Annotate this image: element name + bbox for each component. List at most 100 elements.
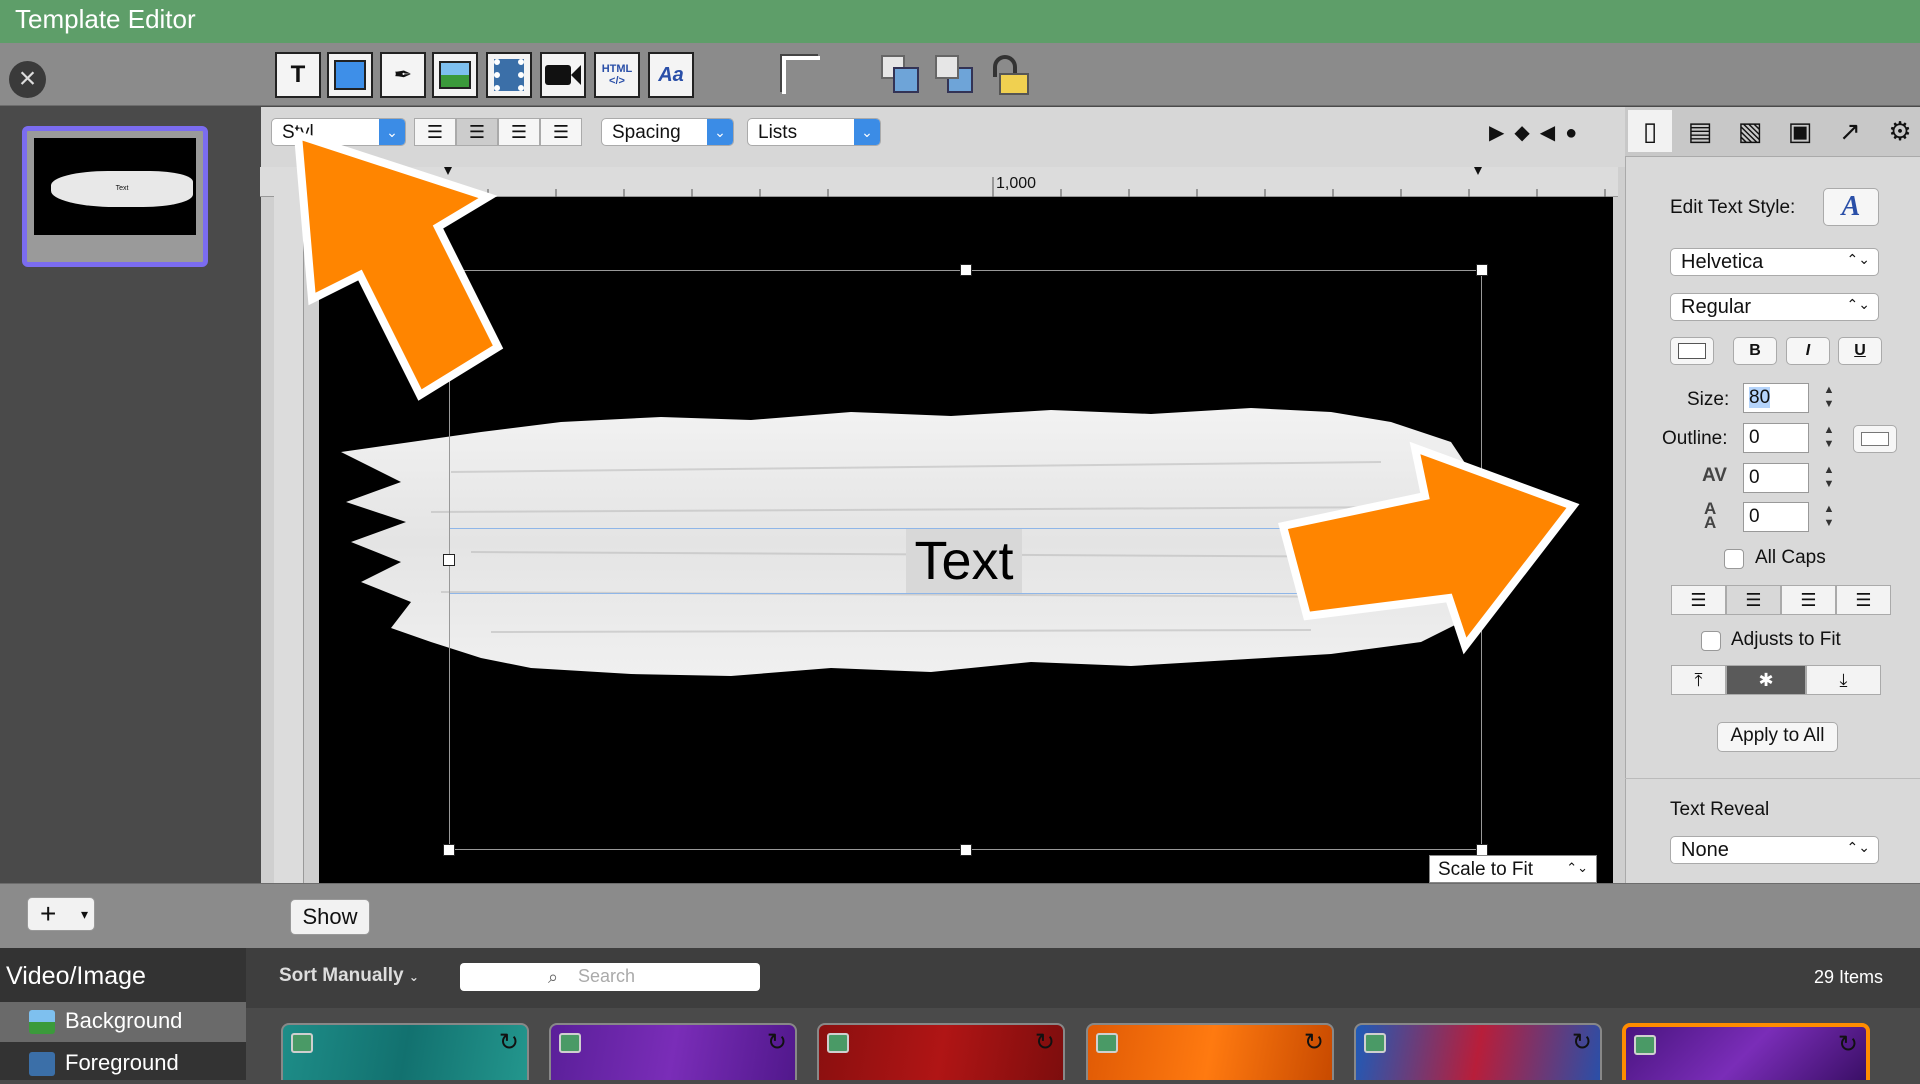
add-slide-button[interactable]: + ▾ [27, 897, 95, 931]
adjusts-to-fit-label: Adjusts to Fit [1731, 629, 1841, 650]
library-category-label: Background [65, 1008, 183, 1033]
vertical-align-middle-button[interactable]: ✱ [1726, 665, 1806, 695]
ruler-icon[interactable] [778, 52, 824, 98]
leading-icon: AA [1704, 499, 1717, 532]
updown-chevron-icon: ⌃⌄ [1846, 839, 1870, 855]
resize-handle[interactable] [443, 844, 455, 856]
transition-tab-icon[interactable]: ▧ [1728, 110, 1772, 152]
html-tool-icon[interactable]: HTML </> [594, 52, 640, 98]
image-icon [827, 1033, 849, 1053]
gear-icon[interactable]: ⚙ [1878, 110, 1920, 152]
resize-handle[interactable] [443, 554, 455, 566]
document-tab-icon[interactable]: ▯ [1628, 110, 1672, 152]
annotation-arrow-right [1278, 441, 1580, 655]
font-weight-select[interactable]: Regular ⌃⌄ [1670, 293, 1879, 321]
spacing-dropdown[interactable]: Spacing ⌄ [601, 118, 734, 146]
size-field[interactable]: 80 [1743, 383, 1809, 413]
library-thumbnail[interactable]: ↻ [549, 1023, 797, 1080]
window-title: Template Editor [15, 4, 196, 34]
text-style-tool-icon[interactable]: Aa [648, 52, 694, 98]
chevron-down-icon: ⌄ [408, 970, 419, 984]
all-caps-checkbox[interactable] [1724, 549, 1744, 569]
lists-dropdown-label: Lists [758, 122, 798, 143]
inspector-divider [1625, 778, 1920, 779]
library-thumbnail[interactable]: ↻ [281, 1023, 529, 1080]
camera-tool-icon[interactable] [540, 52, 586, 98]
clapper-icon [29, 1052, 55, 1076]
scale-mode-select[interactable]: Scale to Fit ⌃⌄ [1429, 855, 1597, 883]
transport-controls[interactable]: ▶◆◀● [1489, 120, 1587, 145]
font-family-select[interactable]: Helvetica ⌃⌄ [1670, 248, 1879, 276]
kerning-stepper[interactable]: ▲ ▼ [1821, 463, 1837, 493]
revert-icon: ↻ [1303, 1029, 1324, 1056]
library-thumbnail[interactable]: ↻ [1086, 1023, 1334, 1080]
all-caps-label: All Caps [1755, 547, 1826, 568]
slide-thumbnail-text: Text [51, 171, 193, 207]
paragraph-align-center-button[interactable]: ☰ [1726, 585, 1781, 615]
slide-thumbnail[interactable]: Text [22, 126, 208, 267]
lists-dropdown[interactable]: Lists ⌄ [747, 118, 881, 146]
library-search-input[interactable]: ⌕ Search [460, 963, 760, 991]
video-tool-icon[interactable] [486, 52, 532, 98]
size-stepper[interactable]: ▲ ▼ [1821, 383, 1837, 413]
text-style-button[interactable]: A [1823, 188, 1879, 226]
animation-tab-icon[interactable]: ↗ [1828, 110, 1872, 152]
paragraph-justify-button[interactable]: ☰ [1836, 585, 1891, 615]
leading-field[interactable]: 0 [1743, 502, 1809, 532]
vertical-align-top-button[interactable]: ⤒ [1671, 665, 1726, 695]
text-color-swatch[interactable] [1670, 337, 1714, 365]
kerning-field[interactable]: 0 [1743, 463, 1809, 493]
bold-button[interactable]: B [1733, 337, 1777, 365]
sort-menu-label: Sort Manually [279, 965, 404, 986]
font-family-value: Helvetica [1681, 251, 1764, 273]
library-category-background[interactable]: Background [0, 1002, 246, 1042]
paragraph-align-right-button[interactable]: ☰ [1781, 585, 1836, 615]
library-thumbnail[interactable]: ↻ [817, 1023, 1065, 1080]
shape-tool-icon[interactable] [327, 52, 373, 98]
lock-icon[interactable] [988, 52, 1034, 98]
adjusts-to-fit-checkbox[interactable] [1701, 631, 1721, 651]
search-icon: ⌕ [548, 967, 559, 987]
library-title: Video/Image [6, 962, 146, 990]
bottom-control-bar [0, 883, 1920, 948]
resize-handle[interactable] [960, 264, 972, 276]
library-thumbnail-selected[interactable]: ↻ [1622, 1023, 1870, 1080]
close-icon[interactable]: × [9, 61, 46, 98]
chevron-down-icon: ⌄ [854, 119, 880, 145]
outline-color-swatch[interactable] [1853, 425, 1897, 453]
image-tool-icon[interactable] [432, 52, 478, 98]
chevron-down-icon: ▾ [80, 906, 88, 922]
pen-tool-icon[interactable]: ✒ [380, 52, 426, 98]
align-right-button[interactable]: ☰ [540, 118, 582, 146]
text-reveal-select[interactable]: None ⌃⌄ [1670, 836, 1879, 864]
vertical-align-bottom-button[interactable]: ⤓ [1806, 665, 1881, 695]
italic-button[interactable]: I [1786, 337, 1830, 365]
library-search-placeholder: Search [578, 966, 636, 986]
library-thumbnail[interactable]: ↻ [1354, 1023, 1602, 1080]
image-icon [291, 1033, 313, 1053]
resize-handle[interactable] [1476, 264, 1488, 276]
sort-menu[interactable]: Sort Manually ⌄ [279, 965, 419, 987]
updown-chevron-icon: ⌃⌄ [1846, 296, 1870, 312]
revert-icon: ↻ [766, 1029, 787, 1056]
paragraph-align-left-button[interactable]: ☰ [1671, 585, 1726, 615]
send-backward-icon[interactable] [932, 52, 978, 98]
bring-forward-icon[interactable] [878, 52, 924, 98]
text-tool-icon[interactable]: T [275, 52, 321, 98]
layout-tab-icon[interactable]: ▤ [1678, 110, 1722, 152]
show-button[interactable]: Show [290, 899, 370, 935]
resize-handle[interactable] [960, 844, 972, 856]
image-icon [1096, 1033, 1118, 1053]
image-icon [1364, 1033, 1386, 1053]
outline-stepper[interactable]: ▲ ▼ [1821, 423, 1837, 453]
media-tab-icon[interactable]: ▣ [1778, 110, 1822, 152]
library-item-count: 29 Items [1814, 967, 1884, 987]
size-label: Size: [1687, 389, 1730, 410]
edit-text-style-label: Edit Text Style: [1670, 197, 1796, 218]
text-reveal-label: Text Reveal [1670, 799, 1770, 820]
underline-button[interactable]: U [1838, 337, 1882, 365]
leading-stepper[interactable]: ▲ ▼ [1821, 502, 1837, 532]
outline-field[interactable]: 0 [1743, 423, 1809, 453]
apply-to-all-button[interactable]: Apply to All [1717, 722, 1838, 752]
library-category-foreground[interactable]: Foreground [0, 1044, 246, 1084]
